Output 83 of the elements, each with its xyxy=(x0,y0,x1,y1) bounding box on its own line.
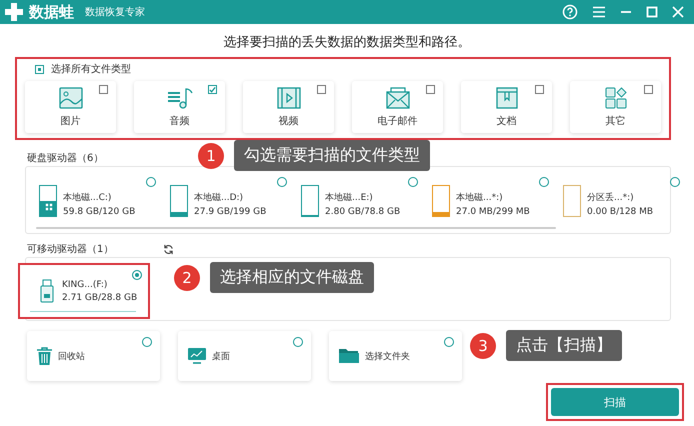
drive-item[interactable]: 本地磁...*:) 27.0 MB/299 MB xyxy=(432,177,563,217)
drive-name: 分区丢...*:) xyxy=(587,192,635,204)
minimize-icon[interactable] xyxy=(620,10,632,14)
radio-button[interactable] xyxy=(670,177,680,187)
scroll-bar[interactable] xyxy=(36,227,556,229)
drive-name: 本地磁...C:) xyxy=(63,192,112,204)
monitor-icon xyxy=(188,348,206,364)
app-logo-text: 数据蛙 xyxy=(29,2,74,22)
close-icon[interactable] xyxy=(672,6,684,18)
maximize-icon[interactable] xyxy=(646,6,658,18)
location-label: 桌面 xyxy=(212,350,230,362)
radio-button[interactable] xyxy=(408,177,418,187)
checkbox[interactable] xyxy=(426,85,435,94)
drive-item[interactable]: 分区丢...*:) 0.00 B/128 MB xyxy=(563,177,694,217)
envelope-icon xyxy=(386,86,410,108)
radio-button[interactable] xyxy=(142,337,152,347)
file-type-card[interactable]: 电子邮件 xyxy=(352,81,443,133)
windows-logo-icon xyxy=(45,203,53,211)
drive-capacity: 2.71 GB/28.8 GB xyxy=(62,292,138,302)
checkbox[interactable] xyxy=(644,85,653,94)
callout-tooltip: 点击【扫描】 xyxy=(506,330,622,361)
trash-icon xyxy=(37,347,52,365)
drive-capacity: 59.8 GB/120 GB xyxy=(63,207,136,217)
file-type-card[interactable]: 视频 xyxy=(243,81,334,133)
file-type-label: 电子邮件 xyxy=(378,114,418,128)
file-type-label: 其它 xyxy=(606,114,626,128)
drive-name: 本地磁...D:) xyxy=(194,192,244,204)
callout-tooltip: 选择相应的文件磁盘 xyxy=(210,262,374,293)
file-type-card[interactable]: 文档 xyxy=(461,81,552,133)
drive-item[interactable]: 本地磁...D:) 27.9 GB/199 GB xyxy=(170,177,301,217)
file-type-card[interactable]: 其它 xyxy=(570,81,661,133)
grid-shapes-icon xyxy=(604,86,626,108)
drive-name: 本地磁...E:) xyxy=(325,192,374,204)
drive-item[interactable]: 本地磁...E:) 2.80 GB/78.8 GB xyxy=(301,177,432,217)
radio-button[interactable] xyxy=(132,270,142,280)
drive-capacity: 27.0 MB/299 MB xyxy=(456,207,530,217)
radio-button[interactable] xyxy=(146,177,156,187)
file-type-label: 音频 xyxy=(170,114,190,128)
step-number-badge: 3 xyxy=(470,332,496,358)
drive-capacity: 0.00 B/128 MB xyxy=(587,207,654,217)
radio-button[interactable] xyxy=(444,337,454,347)
step-number-badge: 1 xyxy=(198,142,224,168)
drive-capacity: 27.9 GB/199 GB xyxy=(194,207,266,217)
callout-tooltip: 勾选需要扫描的文件类型 xyxy=(234,140,430,171)
file-type-card[interactable]: 图片 xyxy=(25,81,116,133)
checkbox[interactable] xyxy=(317,85,326,94)
film-icon xyxy=(276,86,300,108)
drive-capacity: 2.80 GB/78.8 GB xyxy=(325,207,400,217)
radio-button[interactable] xyxy=(277,177,287,187)
file-type-label: 文档 xyxy=(496,114,516,128)
radio-button[interactable] xyxy=(293,337,303,347)
app-subtitle: 数据恢复专家 xyxy=(85,6,145,19)
drive-name: KING...(F:) xyxy=(62,280,108,290)
location-card[interactable]: 回收站 xyxy=(27,331,160,381)
logo-cross-icon xyxy=(4,2,24,22)
checkbox[interactable] xyxy=(99,85,108,94)
select-all-checkbox[interactable] xyxy=(35,64,44,74)
select-all-label: 选择所有文件类型 xyxy=(51,62,131,76)
drive-item[interactable]: 本地磁...C:) 59.8 GB/120 GB xyxy=(39,177,170,217)
document-icon xyxy=(496,86,518,108)
file-type-card[interactable]: 音频 xyxy=(134,81,225,133)
section-title: 可移动驱动器（1） xyxy=(26,243,114,256)
usb-drive-icon xyxy=(40,279,54,303)
step-number-badge: 2 xyxy=(174,264,200,290)
checkbox[interactable] xyxy=(535,85,544,94)
checkbox[interactable] xyxy=(208,85,217,94)
usb-drive-item[interactable]: KING...(F:) 2.71 GB/28.8 GB xyxy=(18,263,150,319)
section-title: 硬盘驱动器（6） xyxy=(26,152,104,165)
page-heading: 选择要扫描的丢失数据的数据类型和路径。 xyxy=(222,34,472,51)
file-type-label: 图片 xyxy=(60,114,80,128)
location-card[interactable]: 选择文件夹 xyxy=(329,331,462,381)
location-card[interactable]: 桌面 xyxy=(178,331,311,381)
radio-button[interactable] xyxy=(539,177,549,187)
picture-icon xyxy=(58,86,82,108)
file-type-label: 视频 xyxy=(278,114,298,128)
location-label: 选择文件夹 xyxy=(365,350,410,362)
folder-icon xyxy=(339,348,359,364)
refresh-icon[interactable] xyxy=(163,244,174,254)
music-note-icon xyxy=(166,86,192,108)
help-icon[interactable] xyxy=(562,4,578,20)
menu-icon[interactable] xyxy=(592,6,606,18)
drive-name: 本地磁...*:) xyxy=(456,192,504,204)
location-label: 回收站 xyxy=(58,350,85,362)
